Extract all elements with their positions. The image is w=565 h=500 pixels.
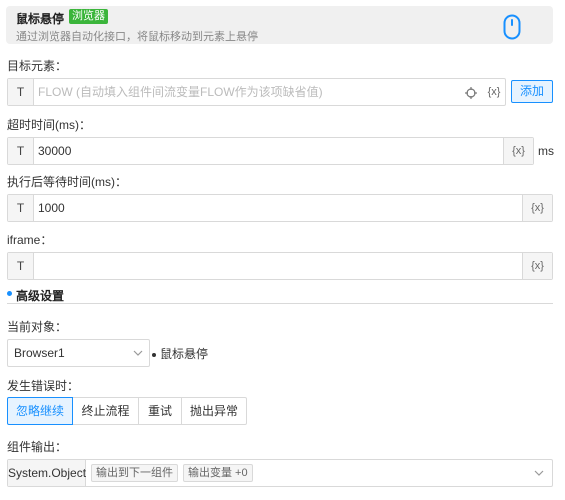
mouse-icon xyxy=(503,14,521,40)
bullet-icon xyxy=(152,352,156,357)
timeout-field: T 30000 {x} xyxy=(7,137,534,165)
target-element-label: 目标元素： xyxy=(7,59,68,73)
output-label: 组件输出： xyxy=(7,440,68,454)
variable-button[interactable]: {x} xyxy=(522,253,552,279)
current-object-select[interactable]: Browser1 xyxy=(7,339,150,367)
advanced-section: 高级设置 xyxy=(7,286,553,304)
type-toggle[interactable]: T xyxy=(8,79,34,105)
component-header: 鼠标悬停 浏览器 通过浏览器自动化接口，将鼠标移动到元素上悬停 xyxy=(6,6,553,44)
browser-badge: 浏览器 xyxy=(69,9,108,24)
current-object-label: 当前对象： xyxy=(7,320,68,334)
wait-input[interactable]: 1000 xyxy=(38,195,518,221)
current-object-hint-text: 鼠标悬停 xyxy=(160,347,209,361)
section-dot xyxy=(7,291,12,296)
output-tag: 输出到下一组件 xyxy=(91,464,178,482)
iframe-field: T {x} xyxy=(7,252,553,280)
output-tag: 输出变量 +0 xyxy=(183,464,253,482)
wait-label: 执行后等待时间(ms)： xyxy=(7,175,127,189)
chevron-down-icon xyxy=(534,470,544,476)
chevron-down-icon xyxy=(133,350,143,356)
throw-exception-button[interactable]: 抛出异常 xyxy=(181,397,247,425)
iframe-label: iframe： xyxy=(7,233,53,247)
stop-flow-button[interactable]: 终止流程 xyxy=(72,397,139,425)
on-error-group: 忽略继续 终止流程 重试 抛出异常 xyxy=(7,397,247,425)
ignore-continue-button[interactable]: 忽略继续 xyxy=(7,397,73,425)
output-field[interactable]: System.Object 输出到下一组件 输出变量 +0 xyxy=(7,459,553,487)
component-title: 鼠标悬停 xyxy=(16,12,65,26)
wait-field: T 1000 {x} xyxy=(7,194,553,222)
add-button[interactable]: 添加 xyxy=(511,80,553,103)
retry-button[interactable]: 重试 xyxy=(138,397,182,425)
variable-button[interactable]: {x} xyxy=(482,79,506,105)
advanced-title: 高级设置 xyxy=(16,289,65,303)
target-element-field: T FLOW (自动填入组件间流变量FLOW作为该项缺省值) {x} xyxy=(7,78,506,106)
current-object-value: Browser1 xyxy=(14,346,65,360)
type-toggle[interactable]: T xyxy=(8,195,34,221)
timeout-label: 超时时间(ms)： xyxy=(7,118,91,132)
output-type: System.Object xyxy=(8,460,86,486)
iframe-input[interactable] xyxy=(38,253,518,279)
variable-button[interactable]: {x} xyxy=(522,195,552,221)
target-element-input[interactable]: FLOW (自动填入组件间流变量FLOW作为该项缺省值) xyxy=(38,79,458,105)
unit-label: ms xyxy=(538,144,554,158)
current-object-hint: 鼠标悬停 xyxy=(152,345,208,362)
on-error-label: 发生错误时： xyxy=(7,379,80,393)
component-description: 通过浏览器自动化接口，将鼠标移动到元素上悬停 xyxy=(16,31,258,43)
variable-button[interactable]: {x} xyxy=(503,138,533,164)
crosshair-icon[interactable] xyxy=(459,79,483,105)
type-toggle[interactable]: T xyxy=(8,253,34,279)
type-toggle[interactable]: T xyxy=(8,138,34,164)
timeout-input[interactable]: 30000 xyxy=(38,138,498,164)
